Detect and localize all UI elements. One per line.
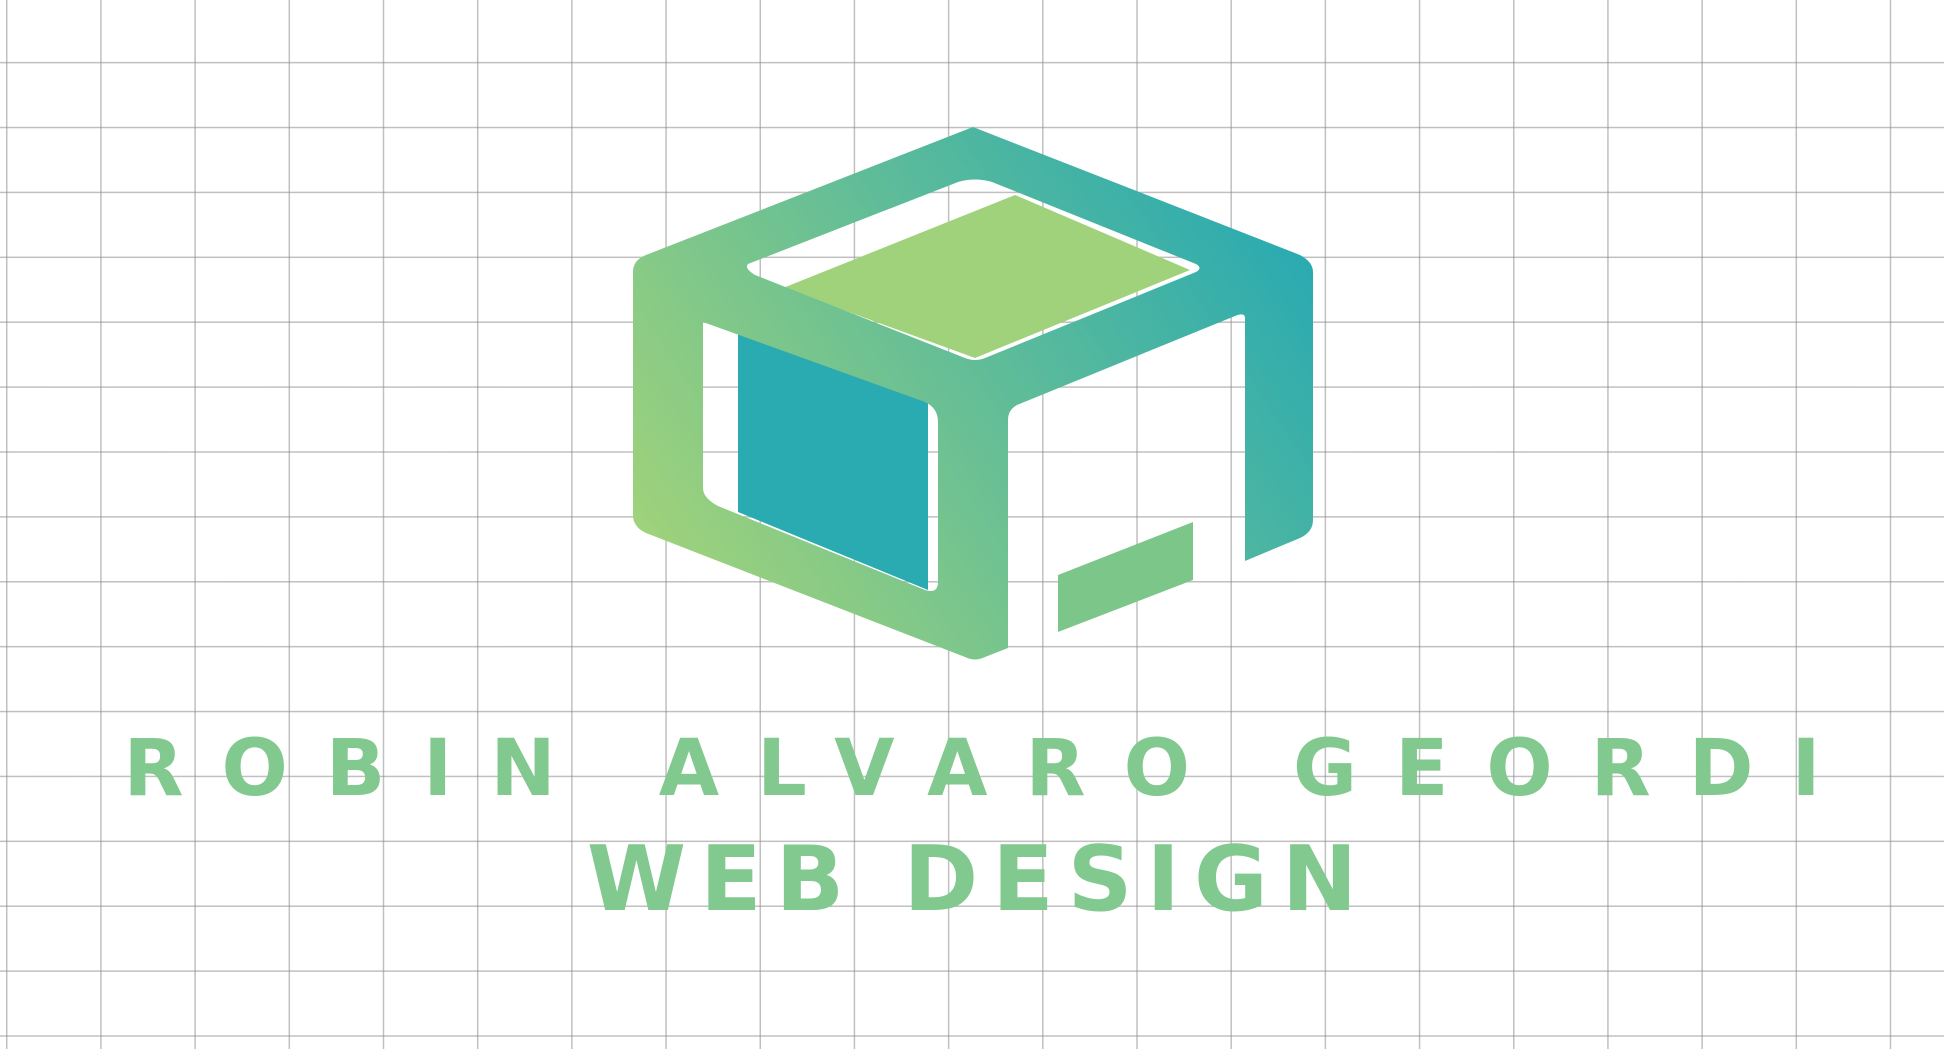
cube-frame [633,127,1313,660]
cube-accent-bar [1058,522,1193,632]
logo-canvas: ROBIN ALVARO GEORDI WEB DESIGN [0,0,1944,1049]
brand-tagline: WEB DESIGN [586,827,1372,932]
brand-name: ROBIN ALVARO GEORDI [123,724,1859,814]
